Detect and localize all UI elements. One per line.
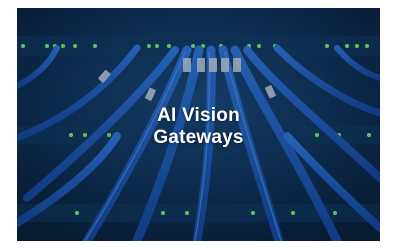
title-line-2: Gateways xyxy=(153,127,244,148)
banner-card[interactable]: AI Vision Gateways xyxy=(17,8,380,241)
title-line-1: AI Vision xyxy=(157,105,240,126)
banner-title: AI Vision Gateways xyxy=(17,105,380,149)
